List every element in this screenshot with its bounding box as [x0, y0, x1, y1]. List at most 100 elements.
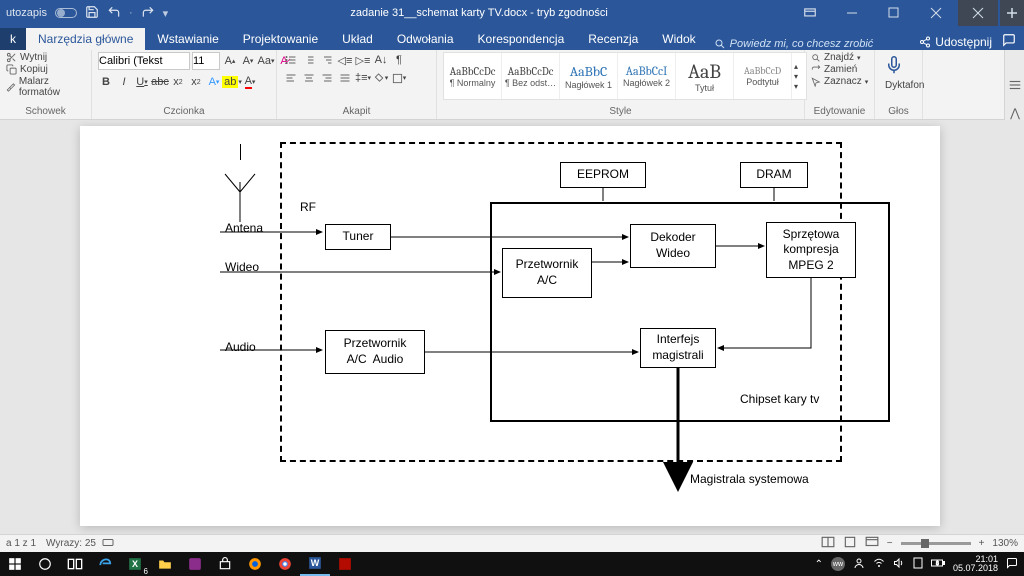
view-web-icon[interactable]	[865, 536, 879, 551]
tab-insert[interactable]: Wstawianie	[145, 28, 230, 50]
tb-edge-icon[interactable]	[90, 552, 120, 576]
dictate-button[interactable]: Dyktafon	[881, 52, 916, 106]
status-page[interactable]: a 1 z 1	[6, 538, 36, 549]
taskview-icon[interactable]	[60, 552, 90, 576]
font-color-button[interactable]: A▾	[242, 74, 258, 90]
tray-expand-icon[interactable]: ⌃	[815, 559, 823, 570]
tab-design[interactable]: Projektowanie	[231, 28, 330, 50]
style-h2[interactable]: AaBbCcINagłówek 2	[618, 53, 676, 99]
style-h1[interactable]: AaBbCNagłówek 1	[560, 53, 618, 99]
tray-wifi-icon[interactable]	[873, 557, 885, 571]
text-effects-button[interactable]: A▾	[206, 74, 222, 90]
bullets-button[interactable]	[283, 52, 299, 68]
share-button[interactable]: Udostępnij	[919, 35, 992, 49]
grow-font-button[interactable]: A▴	[222, 53, 238, 69]
select-button[interactable]: Zaznacz▾	[811, 76, 868, 87]
tab-view[interactable]: Widok	[650, 28, 707, 50]
tray-clock[interactable]: 21:01 05.07.2018	[953, 555, 998, 573]
undo-icon[interactable]	[107, 5, 121, 22]
align-center-button[interactable]	[301, 70, 317, 86]
multilevel-button[interactable]	[319, 52, 335, 68]
external-close-icon[interactable]	[958, 0, 998, 26]
show-marks-button[interactable]: ¶	[391, 52, 407, 68]
zoom-in-button[interactable]: +	[979, 538, 985, 549]
view-read-icon[interactable]	[821, 536, 835, 551]
style-nospacing[interactable]: AaBbCcDc¶ Bez odst…	[502, 53, 560, 99]
highlight-button[interactable]: ab▾	[224, 74, 240, 90]
tb-explorer-icon[interactable]	[150, 552, 180, 576]
sort-button[interactable]: A↓	[373, 52, 389, 68]
strikethrough-button[interactable]: abc	[152, 74, 168, 90]
tb-store-icon[interactable]	[210, 552, 240, 576]
maximize-icon[interactable]	[874, 0, 914, 26]
replace-button[interactable]: Zamień	[811, 64, 857, 75]
superscript-button[interactable]: x2	[188, 74, 204, 90]
outdent-button[interactable]: ◁≡	[337, 52, 353, 68]
align-right-button[interactable]	[319, 70, 335, 86]
minimize-icon[interactable]	[832, 0, 872, 26]
styles-more-icon[interactable]: ▾	[794, 82, 804, 91]
collapse-ribbon-icon[interactable]: ⋀	[1010, 106, 1020, 120]
tb-chrome-icon[interactable]	[270, 552, 300, 576]
zoom-slider[interactable]	[901, 542, 971, 545]
font-size-select[interactable]	[192, 52, 220, 70]
comments-icon[interactable]	[1002, 33, 1016, 50]
tb-excel-icon[interactable]: X6	[120, 552, 150, 576]
tab-layout[interactable]: Układ	[330, 28, 385, 50]
tellme-search[interactable]: Powiedz mi, co chcesz zrobić	[714, 38, 874, 50]
status-words[interactable]: Wyrazy: 25	[46, 538, 96, 549]
tab-references[interactable]: Odwołania	[385, 28, 466, 50]
borders-button[interactable]: ▾	[391, 70, 407, 86]
ribbon-display-icon[interactable]	[790, 0, 830, 26]
tray-volume-icon[interactable]	[893, 557, 905, 571]
tab-file[interactable]: k	[0, 28, 26, 50]
redo-icon[interactable]	[141, 5, 155, 22]
indent-button[interactable]: ▷≡	[355, 52, 371, 68]
document-page[interactable]: EEPROM DRAM RF Antena Tuner Wideo Przetw…	[80, 126, 940, 526]
status-lang-icon[interactable]	[102, 537, 114, 550]
tab-mailings[interactable]: Korespondencja	[466, 28, 577, 50]
underline-button[interactable]: U▾	[134, 74, 150, 90]
tray-lang-icon[interactable]	[913, 557, 923, 571]
shrink-font-button[interactable]: A▾	[240, 53, 256, 69]
zoom-out-button[interactable]: −	[887, 538, 893, 549]
font-name-select[interactable]	[98, 52, 190, 70]
autosave-toggle[interactable]	[55, 8, 77, 18]
tray-ww-icon[interactable]: ww	[831, 557, 845, 571]
style-subtitle[interactable]: AaBbCcDPodtytuł	[734, 53, 792, 99]
view-print-icon[interactable]	[843, 536, 857, 551]
line-spacing-button[interactable]: ‡≡▾	[355, 70, 371, 86]
qat-more-icon[interactable]: ▾	[163, 7, 169, 20]
tab-home[interactable]: Narzędzia główne	[26, 28, 145, 50]
tray-people-icon[interactable]	[853, 557, 865, 571]
cut-button[interactable]: Wytnij	[6, 52, 47, 63]
close-icon[interactable]	[916, 0, 956, 26]
cortana-icon[interactable]	[30, 552, 60, 576]
format-painter-button[interactable]: Malarz formatów	[6, 76, 85, 98]
tray-notifications-icon[interactable]	[1006, 557, 1018, 571]
start-button[interactable]	[0, 552, 30, 576]
tb-firefox-icon[interactable]	[240, 552, 270, 576]
style-title[interactable]: AaBTytuł	[676, 53, 734, 99]
find-button[interactable]: Znajdź▾	[811, 52, 861, 63]
style-normal[interactable]: AaBbCcDc¶ Normalny	[444, 53, 502, 99]
styles-down-icon[interactable]: ▾	[794, 72, 804, 81]
numbering-button[interactable]	[301, 52, 317, 68]
save-icon[interactable]	[85, 5, 99, 22]
shading-button[interactable]: ▾	[373, 70, 389, 86]
italic-button[interactable]: I	[116, 74, 132, 90]
bold-button[interactable]: B	[98, 74, 114, 90]
change-case-button[interactable]: Aa▾	[258, 53, 274, 69]
tb-app1-icon[interactable]	[180, 552, 210, 576]
copy-button[interactable]: Kopiuj	[6, 64, 48, 75]
styles-gallery[interactable]: AaBbCcDc¶ Normalny AaBbCcDc¶ Bez odst… A…	[443, 52, 807, 100]
tray-battery-icon[interactable]: 8	[931, 558, 945, 570]
tab-review[interactable]: Recenzja	[576, 28, 650, 50]
newtab-icon[interactable]	[1000, 0, 1024, 26]
tb-word-icon[interactable]: W	[300, 552, 330, 576]
subscript-button[interactable]: x2	[170, 74, 186, 90]
align-left-button[interactable]	[283, 70, 299, 86]
zoom-level[interactable]: 130%	[992, 538, 1018, 549]
justify-button[interactable]	[337, 70, 353, 86]
styles-up-icon[interactable]: ▴	[794, 62, 804, 71]
